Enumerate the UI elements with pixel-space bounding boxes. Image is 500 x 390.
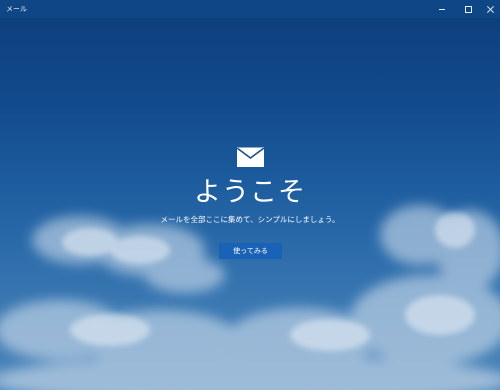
minimize-icon bbox=[439, 8, 445, 10]
get-started-button[interactable]: 使ってみる bbox=[219, 243, 282, 259]
mail-app-window: メール ようこそ メールを全部ここに集めて、シンプルにしましょう。 使ってみる bbox=[0, 0, 500, 390]
maximize-button[interactable] bbox=[456, 0, 480, 18]
title-bar: メール bbox=[0, 0, 500, 18]
close-button[interactable] bbox=[478, 0, 500, 18]
window-title: メール bbox=[6, 5, 27, 13]
mail-envelope-icon bbox=[237, 147, 264, 167]
close-icon bbox=[487, 6, 494, 13]
minimize-button[interactable] bbox=[430, 0, 454, 18]
welcome-subtitle: メールを全部ここに集めて、シンプルにしましょう。 bbox=[160, 215, 340, 224]
welcome-heading: ようこそ bbox=[194, 177, 306, 208]
maximize-icon bbox=[464, 5, 472, 13]
